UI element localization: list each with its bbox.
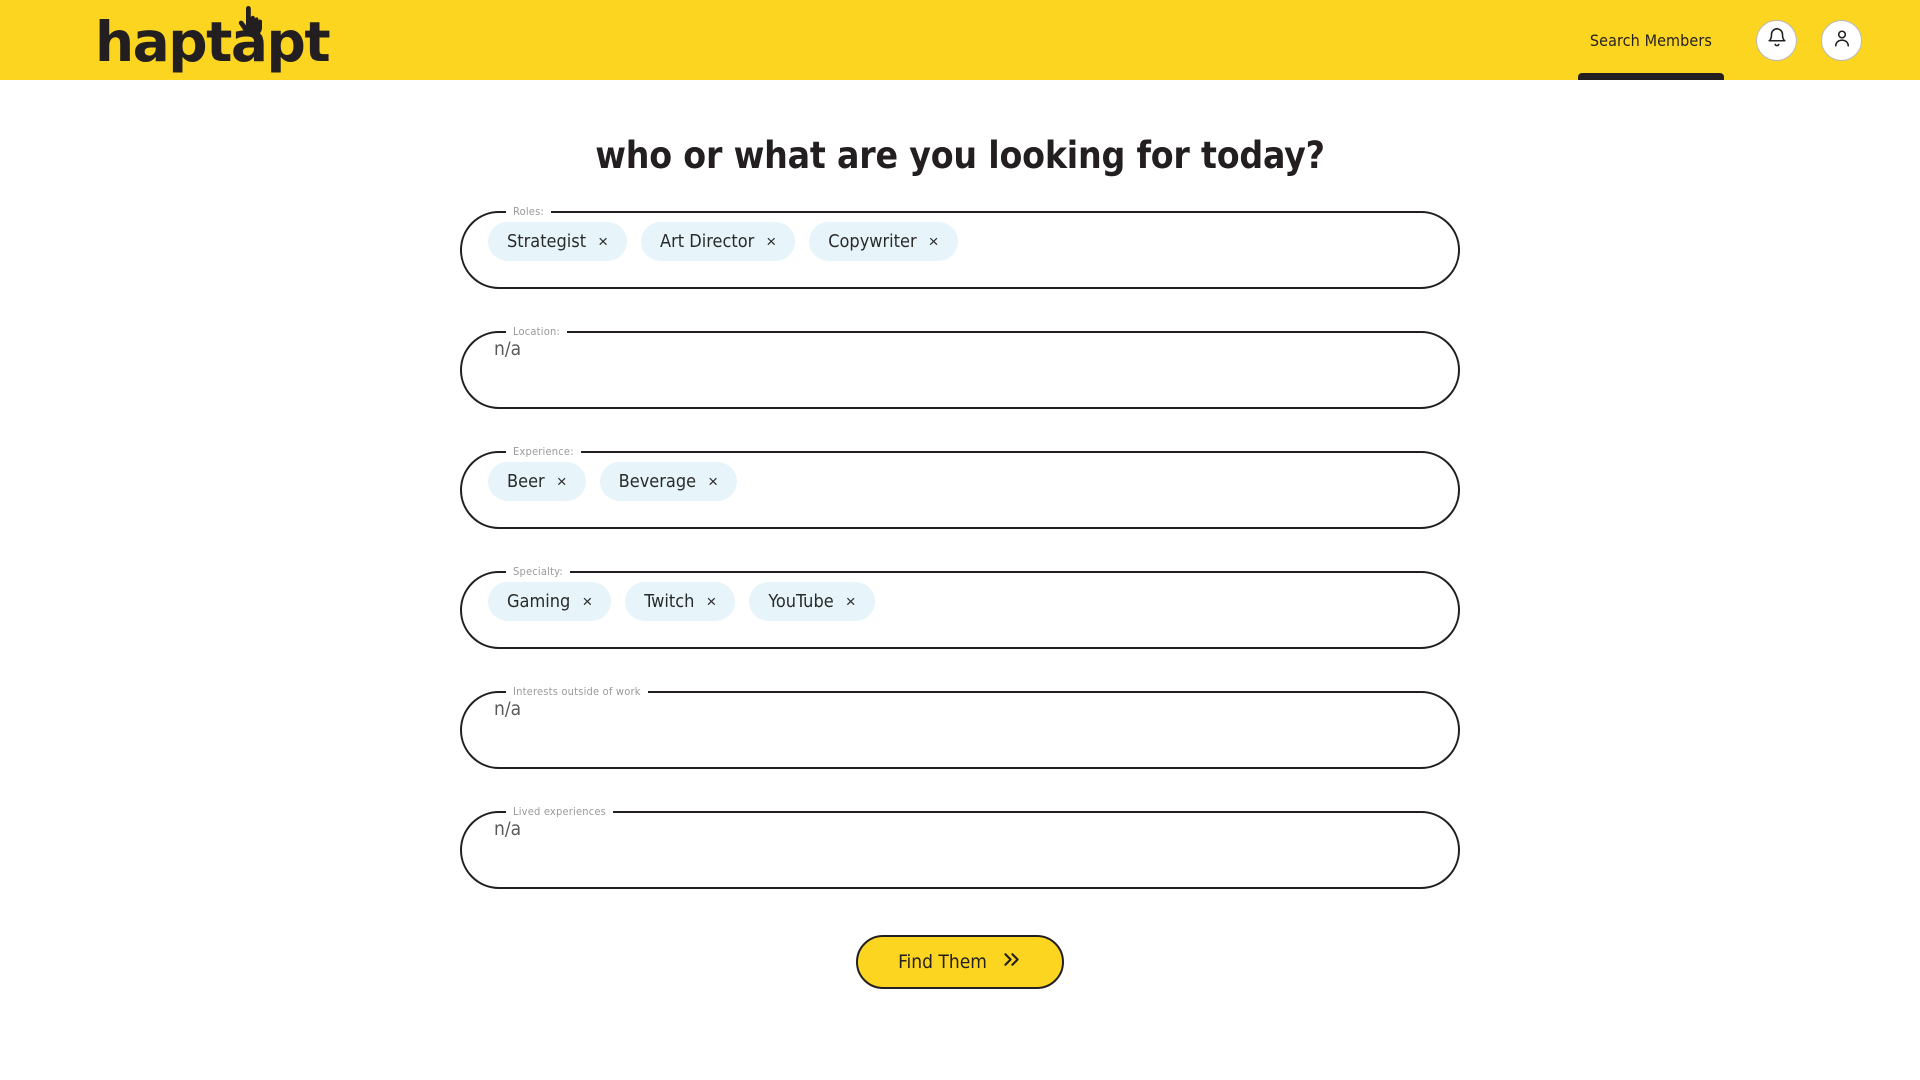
account-button[interactable] xyxy=(1821,19,1862,61)
field-specialty[interactable]: Specialty: Gaming × Twitch × YouTube × xyxy=(460,565,1460,649)
field-experience[interactable]: Experience: Beer × Beverage × xyxy=(460,445,1460,529)
chip-label: Beer xyxy=(507,471,545,492)
chip[interactable]: Gaming × xyxy=(488,582,612,621)
chip-label: YouTube xyxy=(768,591,834,612)
chip-label: Art Director xyxy=(660,231,755,252)
active-tab-indicator xyxy=(1577,73,1724,80)
chip-remove-icon[interactable]: × xyxy=(557,473,567,490)
field-lived-experiences[interactable]: Lived experiences n/a xyxy=(460,805,1460,889)
chip-label: Copywriter xyxy=(828,231,917,252)
find-them-label: Find Them xyxy=(898,951,987,973)
chip-list: Strategist × Art Director × Copywriter × xyxy=(488,218,958,265)
main-content: who or what are you looking for today? R… xyxy=(0,80,1920,989)
bell-icon xyxy=(1766,27,1788,54)
field-value[interactable]: n/a xyxy=(488,338,521,360)
chip-label: Strategist xyxy=(507,231,587,252)
brand-wordmark: haptapt xyxy=(95,9,331,74)
chip-label: Beverage xyxy=(618,471,697,492)
field-legend: Location: xyxy=(513,325,560,338)
notifications-button[interactable] xyxy=(1756,19,1797,61)
chip-list: Beer × Beverage × xyxy=(488,458,738,505)
field-value[interactable]: n/a xyxy=(488,818,521,840)
nav-tab-label: Search Members xyxy=(1589,30,1712,50)
chip-remove-icon[interactable]: × xyxy=(708,473,718,490)
field-value[interactable]: n/a xyxy=(488,698,521,720)
header-actions: Search Members xyxy=(1570,0,1862,80)
chip-label: Twitch xyxy=(644,591,695,612)
field-legend: Lived experiences xyxy=(513,805,607,818)
page-title: who or what are you looking for today? xyxy=(595,134,1325,177)
find-them-button[interactable]: Find Them xyxy=(856,935,1064,989)
field-legend: Interests outside of work xyxy=(513,685,641,698)
field-legend: Experience: xyxy=(513,445,574,458)
field-legend: Specialty: xyxy=(513,565,563,578)
chip-remove-icon[interactable]: × xyxy=(766,233,776,250)
chip[interactable]: Strategist × xyxy=(488,222,628,261)
pointing-hand-icon xyxy=(236,6,262,36)
chip-remove-icon[interactable]: × xyxy=(706,593,716,610)
field-location[interactable]: Location: n/a xyxy=(460,325,1460,409)
chip[interactable]: Beer × xyxy=(488,462,586,501)
field-interests-outside-of-work[interactable]: Interests outside of work n/a xyxy=(460,685,1460,769)
user-avatar-icon xyxy=(1831,27,1853,54)
app-header: haptapt Search Members xyxy=(0,0,1920,80)
field-legend: Roles: xyxy=(513,205,544,218)
member-search-form: Roles: Strategist × Art Director × Copywriter… xyxy=(460,205,1460,889)
submit-row: Find Them xyxy=(856,935,1064,989)
field-roles[interactable]: Roles: Strategist × Art Director × Copywriter… xyxy=(460,205,1460,289)
nav-tab-search-members[interactable]: Search Members xyxy=(1570,0,1732,80)
chip[interactable]: Twitch × xyxy=(625,582,736,621)
chip[interactable]: Copywriter × xyxy=(809,222,958,261)
brand-logo[interactable]: haptapt xyxy=(95,0,331,80)
double-chevron-right-icon xyxy=(1001,949,1022,975)
chip-remove-icon[interactable]: × xyxy=(598,233,608,250)
chip[interactable]: Beverage × xyxy=(599,462,738,501)
chip-remove-icon[interactable]: × xyxy=(582,593,592,610)
chip-label: Gaming xyxy=(507,591,571,612)
chip[interactable]: Art Director × xyxy=(641,222,796,261)
chip-list: Gaming × Twitch × YouTube × xyxy=(488,578,875,625)
chip-remove-icon[interactable]: × xyxy=(846,593,856,610)
chip-remove-icon[interactable]: × xyxy=(929,233,939,250)
chip[interactable]: YouTube × xyxy=(749,582,875,621)
